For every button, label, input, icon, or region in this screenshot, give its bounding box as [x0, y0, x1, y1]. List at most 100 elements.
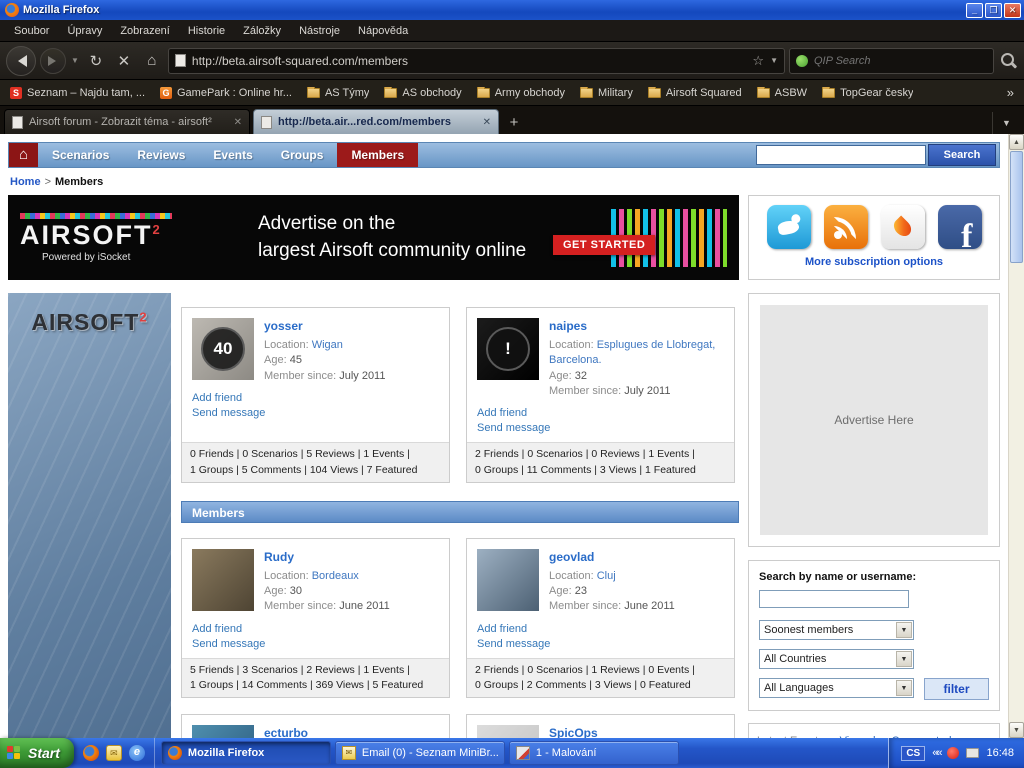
url-bar[interactable]: http://beta.airsoft-squared.com/members …: [168, 48, 785, 74]
close-button[interactable]: ✕: [1004, 3, 1021, 18]
member-name-link[interactable]: SpicOps: [549, 725, 648, 738]
nav-members[interactable]: Members: [337, 143, 418, 167]
site-home-icon[interactable]: ⌂: [9, 143, 38, 167]
language-indicator[interactable]: CS: [901, 746, 925, 761]
send-message-link[interactable]: Send message: [477, 422, 724, 434]
menu-view[interactable]: Zobrazení: [112, 22, 178, 40]
forward-button[interactable]: [40, 48, 66, 74]
nav-scenarios[interactable]: Scenarios: [38, 143, 123, 167]
qip-search-engine-icon[interactable]: [796, 55, 808, 67]
new-tab-button[interactable]: +: [502, 112, 526, 134]
mail-quicklaunch-icon[interactable]: ✉: [106, 745, 122, 761]
vertical-scrollbar[interactable]: ▲ ▼: [1008, 134, 1024, 738]
add-friend-link[interactable]: Add friend: [477, 623, 724, 635]
bookmark-as-obchody[interactable]: AS obchody: [384, 87, 461, 99]
site-search-input[interactable]: [756, 145, 926, 165]
chevron-down-icon[interactable]: ▼: [896, 680, 912, 696]
notification-icon[interactable]: [947, 747, 959, 759]
url-dropdown-icon[interactable]: ▼: [770, 56, 778, 65]
list-all-tabs-button[interactable]: ▼: [992, 112, 1020, 134]
task-firefox[interactable]: Mozilla Firefox: [161, 741, 331, 765]
search-bar[interactable]: [789, 48, 994, 74]
start-button[interactable]: Start: [0, 738, 74, 768]
member-name-link[interactable]: ecturbo: [264, 725, 355, 738]
ad-banner[interactable]: AIRSOFT2 Powered by iSocket Advertise on…: [8, 195, 739, 280]
menu-edit[interactable]: Úpravy: [59, 22, 110, 40]
breadcrumb-home-link[interactable]: Home: [10, 176, 41, 188]
bookmark-as-tymy[interactable]: AS Týmy: [307, 87, 369, 99]
member-name-link[interactable]: naipes: [549, 318, 724, 335]
nav-events[interactable]: Events: [199, 143, 266, 167]
scroll-down-button[interactable]: ▼: [1009, 722, 1024, 738]
country-select[interactable]: All Countries ▼: [759, 649, 914, 669]
member-name-link[interactable]: Rudy: [264, 549, 390, 566]
chevron-down-icon[interactable]: ▼: [896, 622, 912, 638]
send-message-link[interactable]: Send message: [192, 407, 439, 419]
stop-button[interactable]: ✕: [112, 49, 136, 73]
menu-history[interactable]: Historie: [180, 22, 233, 40]
task-email[interactable]: ✉ Email (0) - Seznam MiniBr...: [335, 741, 505, 765]
scrollbar-thumb[interactable]: [1010, 151, 1023, 263]
member-location-link[interactable]: Wigan: [312, 339, 343, 351]
sort-select[interactable]: Soonest members ▼: [759, 620, 914, 640]
back-button[interactable]: [6, 46, 36, 76]
site-search-button[interactable]: Search: [928, 144, 996, 166]
minimize-button[interactable]: _: [966, 3, 983, 18]
ie-quicklaunch-icon[interactable]: e: [129, 745, 145, 761]
bookmark-army-obchody[interactable]: Army obchody: [477, 87, 565, 99]
add-friend-link[interactable]: Add friend: [192, 392, 439, 404]
bookmark-seznam[interactable]: SSeznam – Najdu tam, ...: [10, 87, 145, 99]
keyboard-icon[interactable]: [966, 748, 979, 758]
reload-button[interactable]: ↻: [84, 49, 108, 73]
member-avatar[interactable]: !: [477, 318, 539, 380]
bookmarks-overflow-chevron[interactable]: »: [1007, 85, 1014, 100]
member-avatar[interactable]: [477, 549, 539, 611]
menu-tools[interactable]: Nástroje: [291, 22, 348, 40]
tab-close-icon[interactable]: ✕: [483, 117, 491, 128]
member-location-link[interactable]: Cluj: [597, 570, 616, 582]
language-select[interactable]: All Languages ▼: [759, 678, 914, 698]
member-avatar[interactable]: [477, 725, 539, 738]
nav-groups[interactable]: Groups: [267, 143, 338, 167]
bookmark-military[interactable]: Military: [580, 87, 633, 99]
get-started-button[interactable]: GET STARTED: [553, 235, 655, 255]
twitter-icon[interactable]: [767, 205, 811, 249]
member-name-link[interactable]: geovlad: [549, 549, 675, 566]
bookmark-airsoft-squared[interactable]: Airsoft Squared: [648, 87, 742, 99]
member-avatar[interactable]: [192, 549, 254, 611]
bookmark-topgear[interactable]: TopGear česky: [822, 87, 913, 99]
chevron-down-icon[interactable]: ▼: [896, 651, 912, 667]
forward-history-dropdown[interactable]: ▼: [70, 56, 80, 65]
scroll-up-button[interactable]: ▲: [1009, 134, 1024, 150]
facebook-icon[interactable]: f: [938, 205, 982, 249]
bookmark-asbw[interactable]: ASBW: [757, 87, 807, 99]
search-input[interactable]: [814, 55, 987, 67]
bookmark-gamepark[interactable]: GGamePark : Online hr...: [160, 87, 292, 99]
menu-file[interactable]: Soubor: [6, 22, 57, 40]
task-paint[interactable]: 1 - Malování: [509, 741, 679, 765]
url-text[interactable]: http://beta.airsoft-squared.com/members: [192, 54, 747, 68]
search-go-icon[interactable]: [998, 51, 1018, 71]
member-avatar[interactable]: 40: [192, 318, 254, 380]
menu-help[interactable]: Nápověda: [350, 22, 416, 40]
firefox-quicklaunch-icon[interactable]: [83, 745, 99, 761]
advertise-placeholder[interactable]: Advertise Here: [760, 305, 988, 535]
member-location-link[interactable]: Bordeaux: [312, 570, 359, 582]
bookmark-star-icon[interactable]: ☆: [752, 53, 764, 69]
clock[interactable]: 16:48: [986, 747, 1014, 759]
feedburner-icon[interactable]: [881, 205, 925, 249]
send-message-link[interactable]: Send message: [477, 638, 724, 650]
add-friend-link[interactable]: Add friend: [192, 623, 439, 635]
member-avatar[interactable]: [192, 725, 254, 738]
member-name-link[interactable]: yosser: [264, 318, 385, 335]
hide-icons-chevron[interactable]: ««: [932, 747, 940, 759]
restore-button[interactable]: ❐: [985, 3, 1002, 18]
menu-bookmarks[interactable]: Záložky: [235, 22, 289, 40]
tab-members-active[interactable]: http://beta.air...red.com/members ✕: [253, 109, 499, 134]
send-message-link[interactable]: Send message: [192, 638, 439, 650]
tab-close-icon[interactable]: ✕: [234, 117, 242, 128]
nav-reviews[interactable]: Reviews: [123, 143, 199, 167]
add-friend-link[interactable]: Add friend: [477, 407, 724, 419]
rss-icon[interactable]: [824, 205, 868, 249]
site-identity-icon[interactable]: [175, 54, 186, 67]
